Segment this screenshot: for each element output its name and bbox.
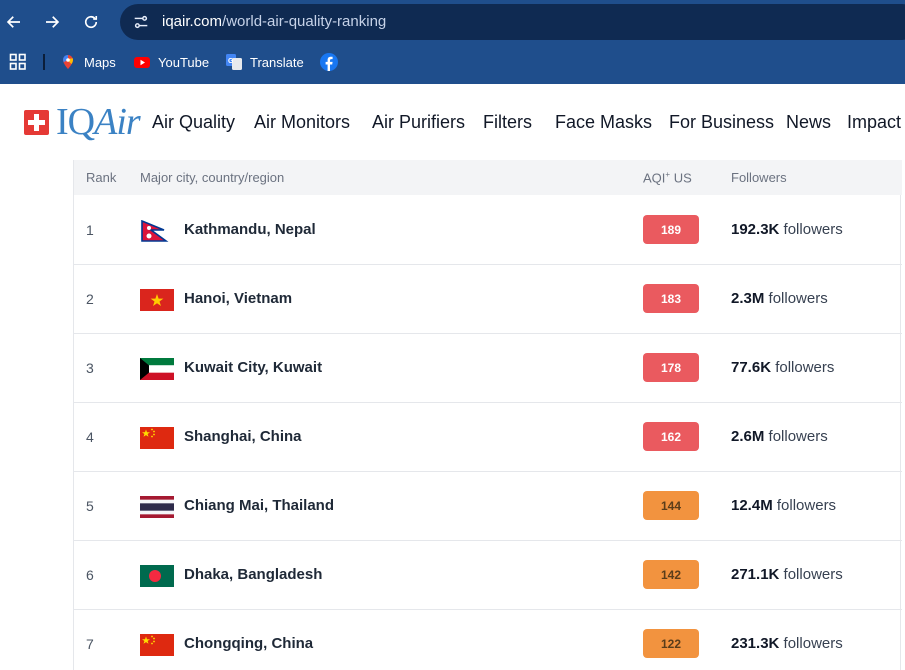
bookmark-label: YouTube	[158, 54, 210, 70]
site-info-icon[interactable]	[132, 13, 150, 31]
url-path: /world-air-quality-ranking	[222, 13, 387, 30]
swiss-flag-logo-icon[interactable]	[24, 110, 49, 135]
followers-cell: 231.3K followers	[731, 635, 843, 652]
header-aqi[interactable]: AQI+ US	[643, 170, 692, 185]
china-flag-icon	[140, 427, 174, 449]
table-row[interactable]: 3 Kuwait City, Kuwait 178 77.6K follower…	[74, 333, 902, 403]
rank-cell: 6	[86, 567, 94, 583]
rank-cell: 1	[86, 222, 94, 238]
followers-word: followers	[783, 635, 843, 652]
address-bar[interactable]: iqair.com/world-air-quality-ranking	[120, 4, 905, 40]
aqi-badge: 178	[643, 353, 699, 382]
bookmark-label: Translate	[250, 54, 304, 70]
site-header: IQAir Air Quality Air Monitors Air Purif…	[0, 84, 905, 160]
table-row[interactable]: 1 Kathmandu, Nepal 189 192.3K followers	[74, 195, 902, 265]
table-row[interactable]: 5 Chiang Mai, Thailand 144 12.4M followe…	[74, 471, 902, 541]
followers-count: 12.4M	[731, 497, 773, 514]
rank-cell: 2	[86, 291, 94, 307]
header-city: Major city, country/region	[140, 170, 285, 185]
followers-count: 77.6K	[731, 359, 772, 376]
table-header: Rank Major city, country/region AQI+ US …	[74, 160, 902, 195]
rank-cell: 3	[86, 360, 94, 376]
nav-for-business[interactable]: For Business	[669, 112, 774, 133]
aqi-badge: 189	[643, 215, 699, 244]
aqi-badge: 144	[643, 491, 699, 520]
city-link[interactable]: Shanghai, China	[184, 428, 302, 445]
nav-face-masks[interactable]: Face Masks	[555, 112, 652, 133]
rank-cell: 5	[86, 498, 94, 514]
header-followers[interactable]: Followers	[731, 170, 787, 185]
followers-count: 192.3K	[731, 221, 780, 238]
nav-air-quality[interactable]: Air Quality	[152, 112, 235, 133]
reload-icon[interactable]	[77, 8, 105, 36]
followers-word: followers	[775, 359, 835, 376]
bookmark-label: Maps	[84, 54, 116, 70]
svg-text:G: G	[228, 58, 234, 65]
table-row[interactable]: 2 Hanoi, Vietnam 183 2.3M followers	[74, 264, 902, 334]
maps-icon	[60, 54, 76, 70]
followers-word: followers	[768, 290, 828, 307]
logo-iq: IQ	[56, 101, 95, 143]
translate-icon: G	[226, 54, 242, 70]
followers-word: followers	[783, 221, 843, 238]
aqi-badge: 122	[643, 629, 699, 658]
aqi-badge: 142	[643, 560, 699, 589]
followers-count: 2.6M	[731, 428, 765, 445]
iqair-logo[interactable]: IQAir	[56, 100, 141, 144]
aqi-badge: 162	[643, 422, 699, 451]
followers-cell: 77.6K followers	[731, 359, 834, 376]
nav-news[interactable]: News	[786, 112, 831, 133]
city-link[interactable]: Hanoi, Vietnam	[184, 290, 292, 307]
header-aqi-label: AQI	[643, 170, 666, 186]
nav-filters[interactable]: Filters	[483, 112, 532, 133]
followers-count: 271.1K	[731, 566, 780, 583]
youtube-icon	[134, 54, 150, 70]
forward-arrow-icon[interactable]	[38, 8, 66, 36]
header-rank[interactable]: Rank	[86, 170, 116, 185]
followers-cell: 192.3K followers	[731, 221, 843, 238]
city-link[interactable]: Chiang Mai, Thailand	[184, 497, 334, 514]
city-link[interactable]: Kathmandu, Nepal	[184, 221, 316, 238]
china-flag-icon	[140, 634, 174, 656]
header-aqi-suffix: US	[670, 170, 692, 186]
followers-word: followers	[783, 566, 843, 583]
followers-cell: 2.3M followers	[731, 290, 828, 307]
browser-chrome: iqair.com/world-air-quality-ranking Maps…	[0, 0, 905, 84]
url-host: iqair.com	[162, 13, 223, 30]
kuwait-flag-icon	[140, 358, 174, 380]
followers-word: followers	[768, 428, 828, 445]
table-row[interactable]: 4 Shanghai, China 162 2.6M followers	[74, 402, 902, 472]
ranking-table: Rank Major city, country/region AQI+ US …	[73, 160, 902, 670]
city-link[interactable]: Kuwait City, Kuwait	[184, 359, 322, 376]
city-link[interactable]: Chongqing, China	[184, 635, 313, 652]
bookmark-maps[interactable]: Maps	[60, 52, 116, 72]
nav-air-purifiers[interactable]: Air Purifiers	[372, 112, 465, 133]
followers-cell: 271.1K followers	[731, 566, 843, 583]
table-row[interactable]: 7 Chongqing, China 122 231.3K followers	[74, 609, 902, 670]
facebook-icon	[320, 53, 338, 71]
thailand-flag-icon	[140, 496, 174, 518]
followers-count: 2.3M	[731, 290, 765, 307]
table-row[interactable]: 6 Dhaka, Bangladesh 142 271.1K followers	[74, 540, 902, 610]
bangladesh-flag-icon	[140, 565, 174, 587]
nav-air-monitors[interactable]: Air Monitors	[254, 112, 350, 133]
url-text[interactable]: iqair.com/world-air-quality-ranking	[162, 13, 386, 30]
followers-cell: 2.6M followers	[731, 428, 828, 445]
followers-count: 231.3K	[731, 635, 780, 652]
bookmarks-bar: Maps YouTube G Translate	[0, 44, 905, 80]
city-link[interactable]: Dhaka, Bangladesh	[184, 566, 322, 583]
nepal-flag-icon	[140, 220, 174, 242]
logo-air: Air	[94, 101, 141, 143]
aqi-badge: 183	[643, 284, 699, 313]
rank-cell: 4	[86, 429, 94, 445]
nav-impact[interactable]: Impact	[847, 112, 901, 133]
back-arrow-icon[interactable]	[0, 8, 28, 36]
rank-cell: 7	[86, 636, 94, 652]
bookmark-facebook[interactable]	[320, 52, 346, 72]
followers-word: followers	[776, 497, 837, 514]
followers-cell: 12.4M followers	[731, 497, 836, 514]
bookmark-translate[interactable]: G Translate	[226, 52, 304, 72]
vietnam-flag-icon	[140, 289, 174, 311]
bookmark-youtube[interactable]: YouTube	[134, 52, 209, 72]
